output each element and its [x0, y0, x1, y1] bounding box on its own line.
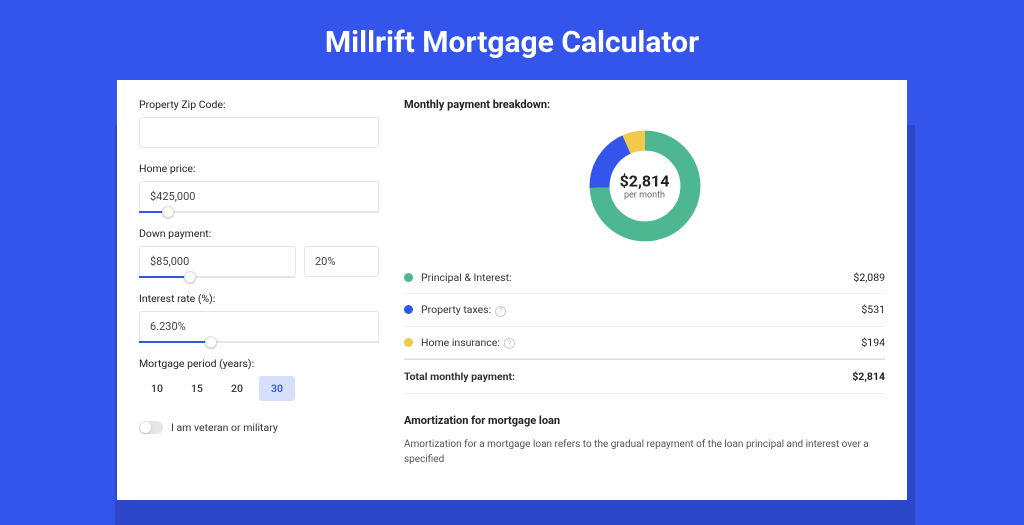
help-icon[interactable]: ?: [495, 306, 506, 317]
donut-amount: $2,814: [620, 172, 670, 191]
total-label: Total monthly payment:: [404, 370, 852, 383]
total-value: $2,814: [852, 370, 885, 383]
period-btn-30[interactable]: 30: [259, 376, 295, 401]
period-btn-10[interactable]: 10: [139, 376, 175, 401]
veteran-toggle[interactable]: [139, 421, 163, 434]
home-price-slider[interactable]: [139, 211, 379, 213]
zip-input[interactable]: [139, 117, 379, 148]
legend-label: Home insurance:?: [421, 336, 861, 350]
down-payment-slider[interactable]: [139, 276, 295, 278]
legend-row-taxes: Property taxes:? $531: [404, 294, 885, 327]
slider-thumb[interactable]: [162, 206, 174, 218]
legend-label: Property taxes:?: [421, 303, 861, 317]
calculator-card: Property Zip Code: Home price: Down paym…: [117, 80, 907, 500]
down-payment-input[interactable]: [139, 246, 296, 277]
legend-value: $2,089: [853, 271, 885, 284]
period-btn-20[interactable]: 20: [219, 376, 255, 401]
slider-thumb[interactable]: [205, 336, 217, 348]
interest-rate-input[interactable]: [139, 311, 379, 342]
legend-row-principal: Principal & Interest: $2,089: [404, 262, 885, 294]
dot-icon: [404, 338, 413, 347]
down-payment-label: Down payment:: [139, 227, 379, 240]
legend-value: $194: [861, 336, 885, 349]
breakdown-panel: Monthly payment breakdown: $2,814 per mo…: [404, 98, 885, 467]
breakdown-title: Monthly payment breakdown:: [404, 98, 885, 111]
slider-thumb[interactable]: [184, 271, 196, 283]
dot-icon: [404, 273, 413, 282]
period-label: Mortgage period (years):: [139, 357, 379, 370]
home-price-label: Home price:: [139, 162, 379, 175]
amortization-section: Amortization for mortgage loan Amortizat…: [404, 414, 885, 467]
period-btn-15[interactable]: 15: [179, 376, 215, 401]
page-title: Millrift Mortgage Calculator: [0, 0, 1024, 80]
home-price-input[interactable]: [139, 181, 379, 212]
help-icon[interactable]: ?: [504, 338, 515, 349]
legend-row-total: Total monthly payment: $2,814: [404, 359, 885, 394]
interest-rate-slider[interactable]: [139, 341, 379, 343]
dot-icon: [404, 305, 413, 314]
form-panel: Property Zip Code: Home price: Down paym…: [139, 98, 379, 467]
interest-rate-label: Interest rate (%):: [139, 292, 379, 305]
amort-text: Amortization for a mortgage loan refers …: [404, 437, 885, 467]
amort-title: Amortization for mortgage loan: [404, 414, 885, 427]
zip-label: Property Zip Code:: [139, 98, 379, 111]
legend-row-insurance: Home insurance:? $194: [404, 327, 885, 360]
donut-sub: per month: [620, 191, 670, 201]
legend-label: Principal & Interest:: [421, 271, 853, 284]
donut-chart: $2,814 per month: [585, 126, 705, 246]
legend-value: $531: [861, 303, 885, 316]
toggle-knob: [140, 422, 151, 433]
period-group: 10 15 20 30: [139, 376, 379, 401]
veteran-label: I am veteran or military: [171, 421, 278, 434]
down-payment-pct-input[interactable]: [304, 246, 379, 277]
